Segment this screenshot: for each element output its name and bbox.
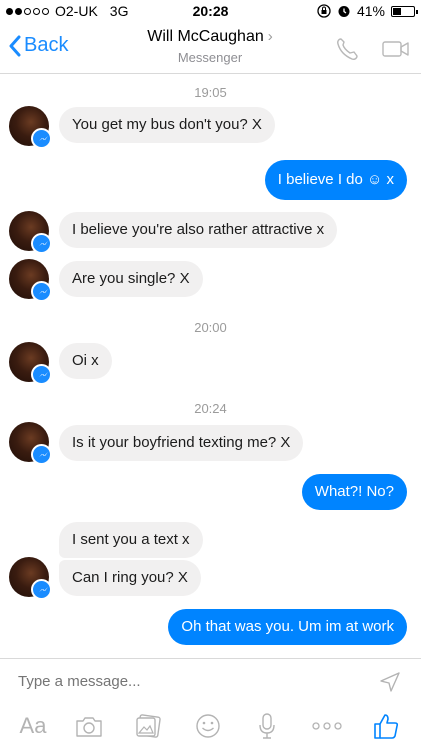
incoming-message[interactable]: Are you single? X — [59, 261, 203, 297]
photos-icon[interactable] — [133, 711, 163, 741]
outgoing-message[interactable]: Oh that was you. Um im at work — [168, 609, 407, 645]
messenger-badge-icon — [39, 136, 48, 141]
timestamp: 19:05 — [194, 85, 227, 100]
like-icon[interactable] — [371, 711, 401, 741]
back-label: Back — [24, 34, 69, 56]
status-right: 41% — [317, 3, 418, 19]
battery-percent: 41% — [356, 3, 385, 19]
messenger-badge-icon — [39, 372, 48, 377]
messenger-badge-icon — [39, 452, 48, 457]
outgoing-message[interactable]: I believe I do ☺ x — [264, 160, 407, 200]
battery-icon — [391, 5, 418, 17]
send-icon[interactable] — [379, 671, 401, 693]
message-input[interactable] — [18, 673, 358, 690]
incoming-message[interactable]: Oi x — [59, 343, 112, 379]
contact-name: Will McCaughan — [147, 28, 264, 45]
video-call-icon[interactable] — [381, 36, 411, 62]
incoming-message[interactable]: Is it your boyfriend texting me? X — [59, 425, 304, 461]
conversation-title[interactable]: Will McCaughan › Messenger — [110, 28, 310, 65]
incoming-message[interactable]: You get my bus don't you? X — [59, 107, 275, 143]
emoji-icon[interactable] — [194, 711, 222, 741]
incoming-message[interactable]: I believe you're also rather attractive … — [59, 212, 338, 248]
nav-bar: Back Will McCaughan › Messenger — [0, 22, 421, 74]
incoming-message[interactable]: Can I ring you? X — [59, 560, 201, 596]
messenger-badge-icon — [39, 289, 48, 294]
status-bar: O2-UK 3G 20:28 41% — [0, 0, 421, 22]
back-button[interactable]: Back — [8, 34, 68, 57]
composer: Aa — [0, 658, 421, 750]
outgoing-message[interactable]: What?! No? — [301, 474, 407, 510]
camera-icon[interactable] — [74, 711, 104, 741]
avatar — [9, 422, 52, 465]
timestamp: 20:24 — [194, 401, 227, 416]
alarm-icon — [338, 6, 350, 17]
avatar — [9, 557, 52, 600]
more-icon[interactable] — [310, 711, 344, 741]
timestamp: 20:00 — [194, 320, 227, 335]
rotation-lock-icon — [317, 4, 331, 18]
incoming-message[interactable]: I sent you a text x — [59, 522, 203, 558]
text-format-icon[interactable]: Aa — [16, 711, 50, 741]
microphone-icon[interactable] — [255, 711, 279, 741]
chevron-left-icon — [9, 35, 21, 56]
composer-toolbar: Aa — [0, 709, 421, 745]
contact-subtitle: Messenger — [177, 50, 243, 65]
avatar — [9, 342, 52, 385]
battery-fill — [393, 7, 401, 15]
phone-icon[interactable] — [333, 36, 363, 62]
avatar — [9, 259, 52, 302]
chevron-right-icon: › — [267, 28, 273, 45]
avatar — [9, 106, 52, 149]
message-thread[interactable]: 19:05 You get my bus don't you? X I beli… — [0, 75, 421, 658]
nav-actions — [333, 36, 411, 62]
avatar — [9, 211, 52, 254]
messenger-badge-icon — [39, 241, 48, 246]
messenger-badge-icon — [39, 587, 48, 592]
